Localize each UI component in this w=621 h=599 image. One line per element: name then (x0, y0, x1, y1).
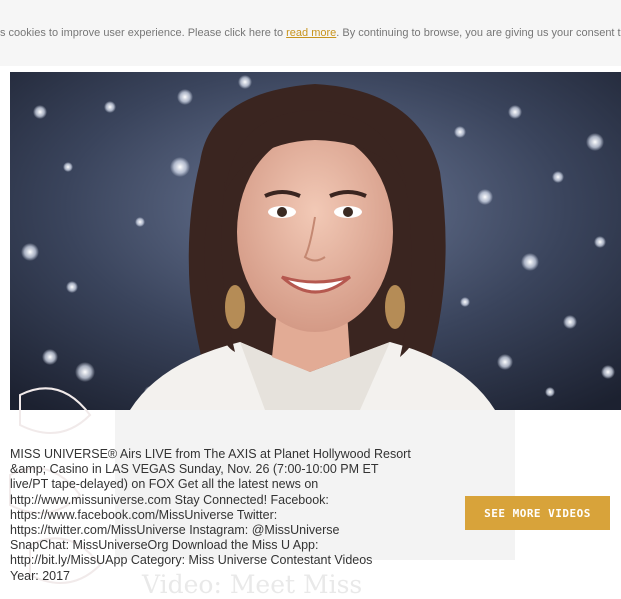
cookie-text-after: . By continuing to browse, you are givin… (336, 27, 621, 39)
cookie-message: s cookies to improve user experience. Pl… (0, 27, 621, 39)
video-description: MISS UNIVERSE® Airs LIVE from The AXIS a… (10, 447, 411, 583)
cookie-banner: s cookies to improve user experience. Pl… (0, 0, 621, 66)
read-more-link[interactable]: read more (286, 27, 336, 39)
see-more-videos-button[interactable]: SEE MORE VIDEOS (465, 496, 610, 530)
cookie-text-before: s cookies to improve user experience. Pl… (0, 27, 287, 39)
